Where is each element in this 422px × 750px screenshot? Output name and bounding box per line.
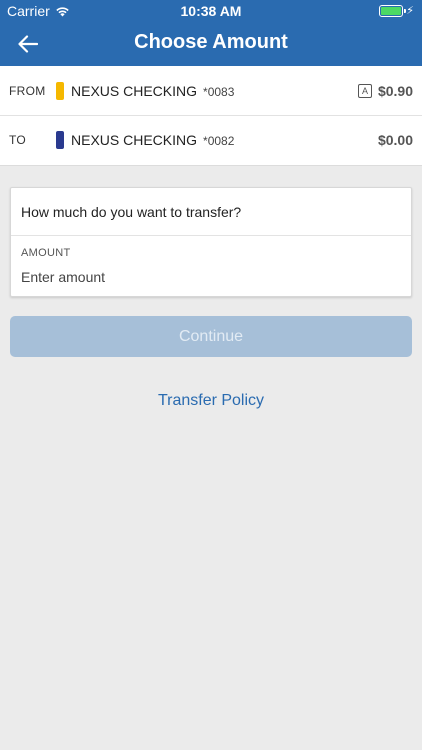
to-account-number: *0082 <box>203 134 235 148</box>
continue-button[interactable]: Continue <box>10 316 412 357</box>
to-account-title: NEXUS CHECKING <box>71 132 198 148</box>
to-account-name: NEXUS CHECKING *0082 <box>71 132 234 148</box>
from-account-title: NEXUS CHECKING <box>71 82 198 99</box>
amount-card: How much do you want to transfer? AMOUNT <box>10 187 412 297</box>
available-balance-icon: A <box>358 83 372 98</box>
from-account-balance: $0.90 <box>377 82 413 99</box>
status-time: 10:38 AM <box>180 3 242 19</box>
amount-input[interactable] <box>21 267 391 287</box>
transfer-policy-link[interactable]: Transfer Policy <box>0 392 422 410</box>
to-account-row[interactable]: TO NEXUS CHECKING *0082 $0.00 <box>0 115 422 165</box>
transfer-question: How much do you want to transfer? <box>21 204 242 220</box>
battery-full-icon <box>379 5 407 17</box>
to-account-color-tag <box>56 131 64 149</box>
from-account-name: NEXUS CHECKING *0083 <box>71 83 234 99</box>
from-label: FROM <box>9 83 46 98</box>
to-label: TO <box>9 133 27 147</box>
card-divider <box>11 235 411 236</box>
amount-label: AMOUNT <box>21 247 71 259</box>
transfer-accounts: FROM NEXUS CHECKING *0083 A $0.90 TO NEXU… <box>0 66 422 166</box>
from-account-color-tag <box>56 81 64 100</box>
to-account-balance: $0.00 <box>377 132 413 148</box>
battery-indicator: ⚡ <box>379 5 414 17</box>
nav-bar: Choose Amount <box>0 22 422 66</box>
charging-icon: ⚡ <box>406 5 414 17</box>
status-bar: Carrier 10:38 AM ⚡ <box>0 0 422 22</box>
app-header: Carrier 10:38 AM ⚡ Choose Amount <box>0 0 422 66</box>
page-title: Choose Amount <box>134 31 288 53</box>
from-account-row[interactable]: FROM NEXUS CHECKING *0083 A $0.90 <box>0 66 422 116</box>
from-account-number: *0083 <box>203 84 235 99</box>
